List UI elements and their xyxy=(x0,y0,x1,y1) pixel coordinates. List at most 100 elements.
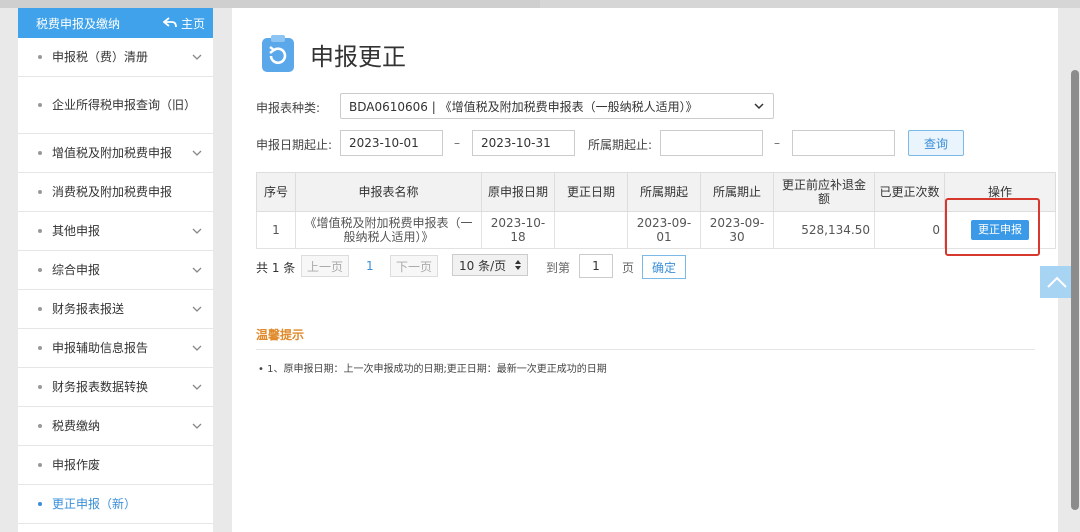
sidebar-title: 税费申报及缴纳 xyxy=(36,16,121,31)
table-body: 1 《增值税及附加税费申报表（一般纳税人适用）》 2023-10-18 2023-09… xyxy=(256,211,1056,249)
clipboard-refresh-icon xyxy=(262,35,294,72)
tips-title: 温馨提示 xyxy=(256,328,305,342)
goto-label: 到第 xyxy=(546,261,571,275)
spinner-arrows-icon xyxy=(515,260,521,270)
cell-amount: 528,134.50 xyxy=(773,211,875,249)
column-header: 申报表名称 xyxy=(295,172,482,212)
date-start-input[interactable]: 2023-10-01 xyxy=(340,130,443,156)
sidebar-item-label: 申报辅助信息报告 xyxy=(52,341,149,355)
sidebar-item-label: 财务报表报送 xyxy=(52,302,125,316)
tips-item-text: 1、原申报日期：上一次申报成功的日期;更正日期：最新一次更正成功的日期 xyxy=(267,364,607,375)
page-title: 申报更正 xyxy=(310,42,406,71)
sidebar-item-label: 消费税及附加税费申报 xyxy=(52,185,173,199)
page-scrollbar[interactable] xyxy=(1071,70,1079,510)
chevron-down-icon xyxy=(192,228,202,234)
page-header: 申报更正 xyxy=(260,34,406,74)
sidebar-item[interactable]: 税费缴纳 xyxy=(18,407,213,446)
bullet-dot xyxy=(38,385,42,389)
bullet-dot xyxy=(38,151,42,155)
chevron-down-icon xyxy=(192,423,202,429)
chevron-down-icon xyxy=(192,345,202,351)
current-page[interactable]: 1 xyxy=(366,259,374,273)
goto-confirm-button[interactable]: 确定 xyxy=(642,255,686,279)
date-end-value: 2023-10-31 xyxy=(481,136,551,150)
cell-index: 1 xyxy=(256,211,296,249)
bullet-dot xyxy=(38,463,42,467)
sidebar: 税费申报及缴纳 主页 申报税（费）清册企业所得税申报查询（旧） 增值税及附加税费申… xyxy=(18,8,213,532)
bullet-dot xyxy=(38,55,42,59)
table-row: 1 《增值税及附加税费申报表（一般纳税人适用）》 2023-10-18 2023-09… xyxy=(256,211,1056,249)
sidebar-item[interactable]: 增值税及附加税费申报 xyxy=(18,134,213,173)
report-type-select[interactable]: BDA0610606 | 《增值税及附加税费申报表（一般纳税人适用）》 xyxy=(340,93,774,119)
sidebar-item-label: 财务报表数据转换 xyxy=(52,380,149,394)
sidebar-item[interactable]: 财务报表数据转换 xyxy=(18,368,213,407)
sidebar-item[interactable]: 财务报表报送 xyxy=(18,290,213,329)
sidebar-item[interactable]: 企业所得税申报查询（旧） xyxy=(18,77,213,134)
page-unit-label: 页 xyxy=(622,261,635,275)
chevron-up-icon xyxy=(1047,276,1067,288)
prev-page-button[interactable]: 上一页 xyxy=(301,255,349,277)
bullet-dot xyxy=(38,346,42,350)
period-end-input[interactable] xyxy=(792,130,895,156)
goto-page-input[interactable]: 1 xyxy=(579,254,613,278)
highlight-box xyxy=(945,198,1040,256)
chevron-down-icon xyxy=(192,384,202,390)
page-size-value: 10 条/页 xyxy=(459,258,507,273)
cell-correction-date xyxy=(554,211,628,249)
sidebar-item[interactable]: 更正申报（新） xyxy=(18,485,213,524)
table-header-row: 序号 申报表名称 原申报日期 更正日期 所属期起 所属期止 更正前应补退金额 已更正次数 操作 xyxy=(256,172,1056,212)
period-range-label: 所属期起止: xyxy=(588,138,653,152)
column-header: 序号 xyxy=(256,172,296,212)
sidebar-item-label: 申报作废 xyxy=(52,458,101,472)
bullet-dot xyxy=(38,190,42,194)
sidebar-item-label: 其他申报 xyxy=(52,224,101,238)
date-start-value: 2023-10-01 xyxy=(349,136,419,150)
column-header: 所属期起 xyxy=(627,172,701,212)
cell-period-start: 2023-09-01 xyxy=(627,211,701,249)
sidebar-item-label: 企业所得税申报查询（旧） xyxy=(52,98,197,112)
bullet-dot xyxy=(38,502,42,506)
back-to-top-button[interactable] xyxy=(1040,266,1074,298)
sidebar-item[interactable]: 消费税及附加税费申报 xyxy=(18,173,213,212)
cell-report-name: 《增值税及附加税费申报表（一般纳税人适用）》 xyxy=(295,211,482,249)
sidebar-item[interactable]: 综合申报 xyxy=(18,251,213,290)
sidebar-item[interactable]: 申报辅助信息报告 xyxy=(18,329,213,368)
chevron-down-icon xyxy=(192,306,202,312)
sidebar-item-label: 申报税（费）清册 xyxy=(52,50,149,64)
sidebar-item[interactable]: 申报税（费）清册 xyxy=(18,38,213,77)
browser-tab-strip xyxy=(0,0,1080,8)
bullet-dot xyxy=(38,424,42,428)
bullet-dot xyxy=(38,268,42,272)
period-range-dash: – xyxy=(774,136,780,150)
cell-original-date: 2023-10-18 xyxy=(481,211,555,249)
page-size-select[interactable]: 10 条/页 xyxy=(452,254,528,276)
bullet-dot xyxy=(38,307,42,311)
bullet-dot xyxy=(38,229,42,233)
tips-divider xyxy=(256,349,1035,350)
tips-item: • 1、原申报日期：上一次申报成功的日期;更正日期：最新一次更正成功的日期 xyxy=(258,364,607,375)
browser-tab[interactable] xyxy=(0,0,540,8)
chevron-down-icon xyxy=(754,103,764,110)
home-label: 主页 xyxy=(180,16,205,31)
pager-total: 共 1 条 xyxy=(256,261,296,275)
column-header: 所属期止 xyxy=(700,172,774,212)
query-button[interactable]: 查询 xyxy=(908,130,964,156)
sidebar-header: 税费申报及缴纳 主页 xyxy=(18,8,213,38)
column-header: 原申报日期 xyxy=(481,172,555,212)
home-link[interactable]: 主页 xyxy=(162,15,205,32)
sidebar-item-label: 增值税及附加税费申报 xyxy=(52,146,173,160)
date-end-input[interactable]: 2023-10-31 xyxy=(472,130,575,156)
cell-correction-count: 0 xyxy=(874,211,945,249)
column-header: 已更正次数 xyxy=(874,172,945,212)
results-table: 序号 申报表名称 原申报日期 更正日期 所属期起 所属期止 更正前应补退金额 已更正次数 操作 … xyxy=(256,172,1056,249)
next-page-button[interactable]: 下一页 xyxy=(390,255,438,277)
column-header: 更正前应补退金额 xyxy=(773,172,875,212)
goto-page-value: 1 xyxy=(592,259,600,273)
sidebar-item[interactable]: 申报作废 xyxy=(18,446,213,485)
sidebar-item[interactable]: 其他申报 xyxy=(18,212,213,251)
period-start-input[interactable] xyxy=(660,130,763,156)
sidebar-item-label: 税费缴纳 xyxy=(52,419,101,433)
column-header: 更正日期 xyxy=(554,172,628,212)
chevron-down-icon xyxy=(192,54,202,60)
sidebar-menu: 申报税（费）清册企业所得税申报查询（旧） 增值税及附加税费申报 消费税及附加税费申报… xyxy=(18,38,213,524)
